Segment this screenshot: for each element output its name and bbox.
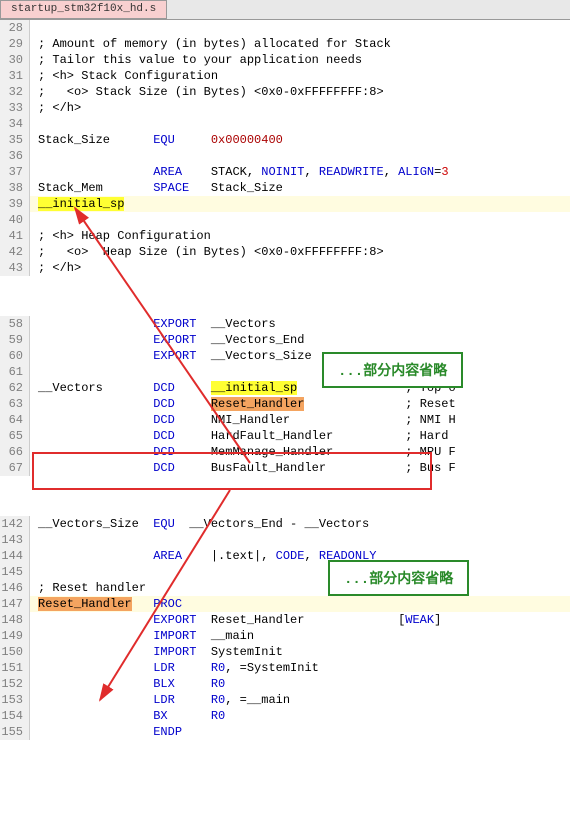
line-number: 149 bbox=[0, 628, 30, 644]
line-number: 59 bbox=[0, 332, 30, 348]
tab-bar: startup_stm32f10x_hd.s bbox=[0, 0, 570, 20]
code-editor[interactable]: 28 29; Amount of memory (in bytes) alloc… bbox=[0, 20, 570, 740]
line-number: 151 bbox=[0, 660, 30, 676]
code-text: AREA |.text|, CODE, READONLY bbox=[30, 548, 570, 564]
line-number: 31 bbox=[0, 68, 30, 84]
line-number: 142 bbox=[0, 516, 30, 532]
omitted-content-annotation: ...部分内容省略 bbox=[322, 352, 463, 388]
line-number: 148 bbox=[0, 612, 30, 628]
line-number: 145 bbox=[0, 564, 30, 580]
code-text: __Vectors_Size EQU __Vectors_End - __Vec… bbox=[30, 516, 570, 532]
code-text: AREA STACK, NOINIT, READWRITE, ALIGN=3 bbox=[30, 164, 570, 180]
code-text: EXPORT Reset_Handler [WEAK] bbox=[30, 612, 570, 628]
red-highlight-box bbox=[32, 452, 432, 490]
code-text: ; Amount of memory (in bytes) allocated … bbox=[30, 36, 570, 52]
line-number: 66 bbox=[0, 444, 30, 460]
line-number: 58 bbox=[0, 316, 30, 332]
code-text: __initial_sp bbox=[30, 196, 570, 212]
line-number: 153 bbox=[0, 692, 30, 708]
line-number: 41 bbox=[0, 228, 30, 244]
line-number: 143 bbox=[0, 532, 30, 548]
line-number: 42 bbox=[0, 244, 30, 260]
code-text: Stack_Mem SPACE Stack_Size bbox=[30, 180, 570, 196]
highlight-initial-sp-ref: __initial_sp bbox=[211, 381, 297, 395]
line-number: 63 bbox=[0, 396, 30, 412]
line-number: 35 bbox=[0, 132, 30, 148]
code-text: LDR R0, =SystemInit bbox=[30, 660, 570, 676]
highlight-reset-handler-ref: Reset_Handler bbox=[211, 397, 305, 411]
line-number: 32 bbox=[0, 84, 30, 100]
code-text: LDR R0, =__main bbox=[30, 692, 570, 708]
line-number: 64 bbox=[0, 412, 30, 428]
line-number: 33 bbox=[0, 100, 30, 116]
code-text: EXPORT __Vectors bbox=[30, 316, 570, 332]
highlight-reset-handler-def: Reset_Handler bbox=[38, 597, 132, 611]
code-text: ; </h> bbox=[30, 100, 570, 116]
line-number: 150 bbox=[0, 644, 30, 660]
code-text: ; <h> Stack Configuration bbox=[30, 68, 570, 84]
line-number: 154 bbox=[0, 708, 30, 724]
code-text: ; Tailor this value to your application … bbox=[30, 52, 570, 68]
line-number: 146 bbox=[0, 580, 30, 596]
line-number: 38 bbox=[0, 180, 30, 196]
line-number: 34 bbox=[0, 116, 30, 132]
code-text: EXPORT __Vectors_Size bbox=[30, 348, 570, 364]
line-number: 28 bbox=[0, 20, 30, 36]
line-number: 144 bbox=[0, 548, 30, 564]
line-number: 147 bbox=[0, 596, 30, 612]
line-number: 30 bbox=[0, 52, 30, 68]
code-text: ENDP bbox=[30, 724, 570, 740]
highlight-initial-sp: __initial_sp bbox=[38, 197, 124, 211]
code-text: BX R0 bbox=[30, 708, 570, 724]
code-text: ; Reset handler bbox=[30, 580, 570, 596]
code-text: Stack_Size EQU 0x00000400 bbox=[30, 132, 570, 148]
line-number: 152 bbox=[0, 676, 30, 692]
code-text: __Vectors DCD __initial_sp ; Top o bbox=[30, 380, 570, 396]
line-number: 29 bbox=[0, 36, 30, 52]
line-number: 39 bbox=[0, 196, 30, 212]
code-text: ; <o> Stack Size (in Bytes) <0x0-0xFFFFF… bbox=[30, 84, 570, 100]
line-number: 62 bbox=[0, 380, 30, 396]
line-number: 37 bbox=[0, 164, 30, 180]
code-text: ; </h> bbox=[30, 260, 570, 276]
code-text: DCD HardFault_Handler ; Hard bbox=[30, 428, 570, 444]
line-number: 155 bbox=[0, 724, 30, 740]
omitted-content-annotation: ...部分内容省略 bbox=[328, 560, 469, 596]
code-text: Reset_Handler PROC bbox=[30, 596, 570, 612]
code-text: IMPORT __main bbox=[30, 628, 570, 644]
code-text: EXPORT __Vectors_End bbox=[30, 332, 570, 348]
code-text: IMPORT SystemInit bbox=[30, 644, 570, 660]
code-text: ; <o> Heap Size (in Bytes) <0x0-0xFFFFFF… bbox=[30, 244, 570, 260]
file-tab[interactable]: startup_stm32f10x_hd.s bbox=[0, 0, 167, 19]
line-number: 61 bbox=[0, 364, 30, 380]
code-text: BLX R0 bbox=[30, 676, 570, 692]
code-text: DCD NMI_Handler ; NMI H bbox=[30, 412, 570, 428]
line-number: 43 bbox=[0, 260, 30, 276]
line-number: 67 bbox=[0, 460, 30, 476]
line-number: 36 bbox=[0, 148, 30, 164]
line-number: 65 bbox=[0, 428, 30, 444]
code-text: ; <h> Heap Configuration bbox=[30, 228, 570, 244]
line-number: 60 bbox=[0, 348, 30, 364]
code-text: DCD Reset_Handler ; Reset bbox=[30, 396, 570, 412]
line-number: 40 bbox=[0, 212, 30, 228]
